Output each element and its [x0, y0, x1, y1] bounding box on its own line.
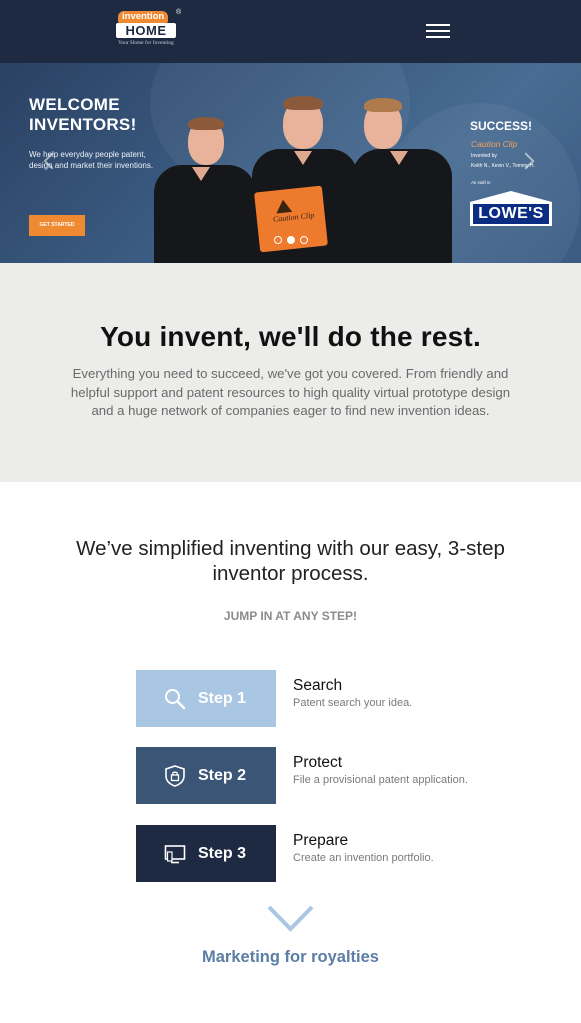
carousel-dot-1[interactable]: [274, 236, 282, 244]
hamburger-line: [426, 24, 450, 26]
inventor-names: Keith N., Kevin V., Tommy H.: [471, 163, 535, 169]
hamburger-line: [426, 36, 450, 38]
hero-title-line2: INVENTORS!: [29, 115, 137, 134]
hero-title-line1: WELCOME: [29, 95, 120, 114]
logo-top-text: invention: [118, 11, 169, 23]
lowes-logo: LOWE'S: [470, 191, 552, 230]
hamburger-menu-icon[interactable]: [426, 22, 452, 40]
process-title: We’ve simplified inventing with our easy…: [76, 537, 505, 585]
warning-triangle-icon: [274, 198, 293, 214]
logo-tagline: Your Home for Inventing: [118, 40, 174, 46]
step-1-button[interactable]: Step 1: [136, 670, 276, 727]
tagline-title: You invent, we'll do the rest.: [100, 321, 481, 352]
carousel-dot-3[interactable]: [300, 236, 308, 244]
get-started-button[interactable]: GET STARTED: [29, 215, 85, 236]
step-1-label: Step 1: [198, 690, 247, 707]
step-2-label: Step 2: [198, 767, 247, 784]
search-icon: [165, 689, 186, 710]
invention-home-logo[interactable]: invention HOME ® Your Home for Inventing: [116, 9, 182, 51]
sold-in-label: As sold in: [471, 180, 491, 185]
tagline-section: You invent, we'll do the rest. Everythin…: [0, 263, 581, 482]
carousel-dot-2[interactable]: [287, 236, 295, 244]
step-2-button[interactable]: Step 2: [136, 747, 276, 804]
monitor-icon: [164, 845, 186, 864]
site-header: invention HOME ® Your Home for Inventing: [0, 0, 581, 63]
process-subtitle: JUMP IN AT ANY STEP!: [223, 609, 358, 623]
hero-title: WELCOME INVENTORS!: [29, 95, 137, 135]
hero-person-left: [150, 115, 260, 263]
lowes-logo-text: LOWE'S: [473, 204, 549, 224]
logo-registered-mark: ®: [176, 9, 182, 16]
step-3-label: Step 3: [198, 845, 247, 862]
step-1-name: Search: [293, 677, 343, 694]
step-2-description: File a provisional patent application.: [293, 774, 468, 786]
step-3-name: Prepare: [293, 832, 349, 849]
shield-lock-icon: [165, 765, 185, 787]
step-3-button[interactable]: Step 3: [136, 825, 276, 882]
hero-person-right: [350, 97, 455, 263]
hamburger-line: [426, 30, 450, 32]
success-product-name: Caution Clip: [471, 139, 518, 149]
lowes-logo-roof: [470, 191, 552, 202]
tagline-text: Everything you need to succeed, we've go…: [70, 366, 511, 418]
lowes-logo-box: LOWE'S: [470, 202, 552, 226]
step-1-description: Patent search your idea.: [293, 697, 413, 709]
marketing-for-royalties-link[interactable]: Marketing for royalties: [0, 948, 581, 967]
chevron-down-icon: [267, 905, 314, 932]
step-3-description: Create an invention portfolio.: [293, 852, 434, 864]
step-2-name: Protect: [293, 754, 343, 771]
hero-carousel: WELCOME INVENTORS! We help everyday peop…: [0, 63, 581, 263]
logo-main-text: HOME: [116, 23, 176, 38]
invented-by-label: Invented by: [471, 153, 497, 159]
success-title: SUCCESS!: [470, 119, 533, 133]
